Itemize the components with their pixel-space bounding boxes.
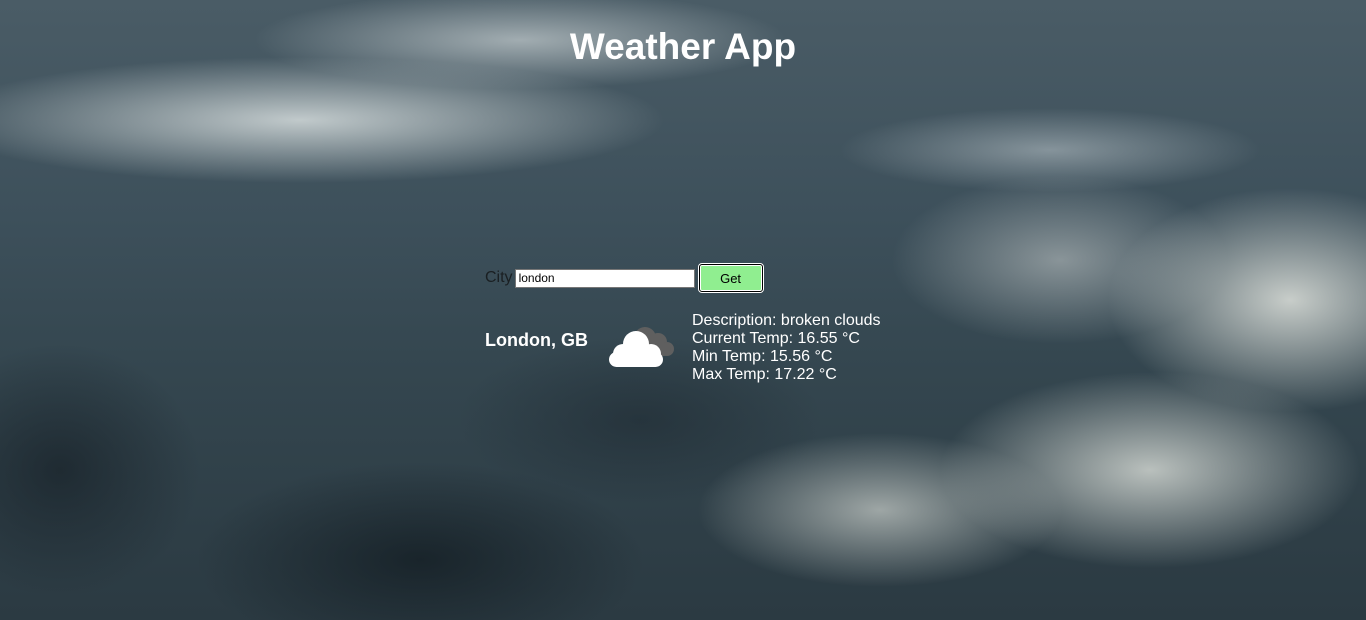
min-temp-text: Min Temp: 15.56 °C xyxy=(692,348,833,365)
location-name: London, GB xyxy=(485,330,588,350)
broken-clouds-icon xyxy=(609,327,674,367)
weather-details: Description: broken clouds Current Temp:… xyxy=(692,312,881,384)
page-title: Weather App xyxy=(569,26,797,67)
description-text: Description: broken clouds xyxy=(692,312,881,329)
city-input[interactable] xyxy=(514,268,695,288)
get-button[interactable]: Get xyxy=(698,264,763,292)
current-temp-text: Current Temp: 16.55 °C xyxy=(692,330,860,347)
max-temp-text: Max Temp: 17.22 °C xyxy=(692,366,837,383)
city-search-form: City Get xyxy=(485,264,763,292)
weather-result: London, GB Description: broken clouds Cu… xyxy=(485,312,881,384)
city-label: City xyxy=(485,269,513,286)
